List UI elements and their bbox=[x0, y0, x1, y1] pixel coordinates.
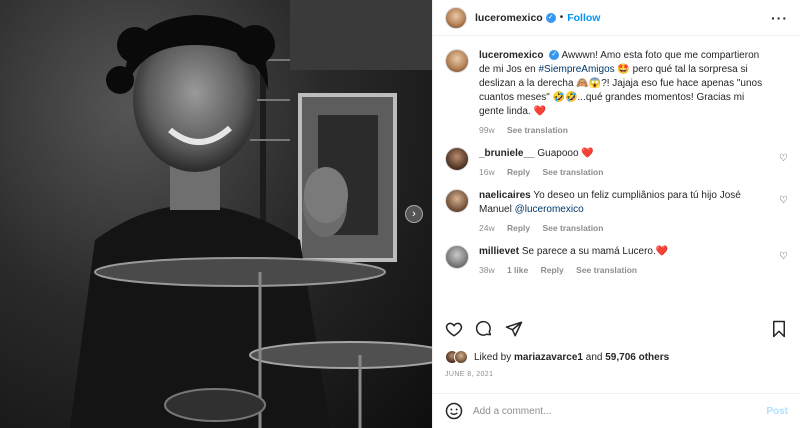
mention-link[interactable]: @luceromexico bbox=[515, 204, 584, 215]
comment-item: millievet Se parece a su mamá Lucero.❤️ … bbox=[445, 245, 788, 275]
author-username[interactable]: luceromexico bbox=[475, 12, 543, 24]
chevron-right-icon: › bbox=[412, 208, 416, 220]
photo-illustration bbox=[70, 0, 432, 428]
commenter-avatar[interactable] bbox=[445, 245, 469, 269]
like-button[interactable] bbox=[443, 318, 465, 340]
save-button[interactable] bbox=[768, 318, 790, 340]
verified-icon: ✓ bbox=[545, 12, 556, 23]
share-icon bbox=[505, 321, 523, 337]
follow-button[interactable]: Follow bbox=[567, 12, 600, 24]
commenter-avatar[interactable] bbox=[445, 147, 469, 171]
caption: luceromexico ✓ Awwwn! Amo esta foto que … bbox=[445, 49, 788, 135]
reply-button[interactable]: Reply bbox=[507, 167, 530, 177]
hashtag-link[interactable]: #SiempreAmigos bbox=[538, 64, 614, 75]
reply-button[interactable]: Reply bbox=[507, 223, 530, 233]
post-date[interactable]: JUNE 8, 2021 bbox=[445, 371, 493, 378]
verified-icon: ✓ bbox=[549, 50, 560, 61]
carousel-next-button[interactable]: › bbox=[405, 205, 423, 223]
liker-username[interactable]: mariazavarce1 bbox=[514, 352, 583, 363]
author-avatar[interactable] bbox=[445, 6, 467, 29]
comment-input[interactable] bbox=[473, 405, 767, 417]
see-translation-link[interactable]: See translation bbox=[543, 167, 604, 177]
post-header: luceromexico ✓ • Follow ··· bbox=[433, 0, 800, 36]
caption-time[interactable]: 99w bbox=[479, 125, 495, 135]
share-button[interactable] bbox=[503, 318, 525, 340]
heart-icon[interactable]: ♡ bbox=[779, 195, 788, 206]
comment-item: _bruniele__ Guapooo ❤️ 16w Reply See tra… bbox=[445, 147, 788, 177]
emoji-icon[interactable] bbox=[445, 402, 463, 420]
comment-like-count[interactable]: 1 like bbox=[507, 265, 528, 275]
heart-icon bbox=[445, 322, 463, 337]
caption-avatar[interactable] bbox=[445, 49, 469, 73]
commenter-username[interactable]: _bruniele__ bbox=[479, 148, 535, 159]
see-translation-link[interactable]: See translation bbox=[543, 223, 604, 233]
comments-list[interactable]: luceromexico ✓ Awwwn! Amo esta foto que … bbox=[433, 37, 800, 307]
comment-time[interactable]: 38w bbox=[479, 265, 495, 275]
comment-icon bbox=[475, 320, 492, 336]
comment-text: Guapooo ❤️ bbox=[537, 148, 594, 159]
more-icon[interactable]: ··· bbox=[771, 10, 788, 26]
heart-icon[interactable]: ♡ bbox=[779, 153, 788, 164]
heart-icon[interactable]: ♡ bbox=[779, 251, 788, 262]
add-comment-bar: Post bbox=[433, 393, 800, 428]
commenter-username[interactable]: naelicaires bbox=[479, 190, 531, 201]
caption-username[interactable]: luceromexico bbox=[479, 50, 543, 61]
post-comment-button[interactable]: Post bbox=[766, 406, 788, 417]
see-translation-link[interactable]: See translation bbox=[507, 125, 568, 135]
separator-dot: • bbox=[559, 12, 564, 23]
comment-time[interactable]: 16w bbox=[479, 167, 495, 177]
commenter-avatar[interactable] bbox=[445, 189, 469, 213]
bookmark-icon bbox=[773, 320, 785, 338]
liked-by-middle: and bbox=[582, 351, 606, 363]
liked-by-prefix: Liked by bbox=[474, 351, 515, 363]
commenter-username[interactable]: millievet bbox=[479, 246, 519, 257]
comment-text: Se parece a su mamá Lucero.❤️ bbox=[521, 246, 669, 257]
comment-time[interactable]: 24w bbox=[479, 223, 495, 233]
reply-button[interactable]: Reply bbox=[541, 265, 564, 275]
post-photo[interactable]: › bbox=[0, 0, 432, 428]
comment-button[interactable] bbox=[473, 318, 495, 340]
post-detail-panel: luceromexico ✓ • Follow ··· luceromexico… bbox=[432, 0, 800, 428]
see-translation-link[interactable]: See translation bbox=[576, 265, 637, 275]
likes-summary: Liked by mariazavarce1 and 59,706 others bbox=[445, 350, 788, 364]
action-bar bbox=[433, 315, 800, 343]
liker-avatar[interactable] bbox=[454, 350, 468, 364]
likes-others-link[interactable]: 59,706 others bbox=[605, 352, 669, 363]
comment-item: naelicaires Yo deseo un feliz cumpliânio… bbox=[445, 189, 788, 233]
